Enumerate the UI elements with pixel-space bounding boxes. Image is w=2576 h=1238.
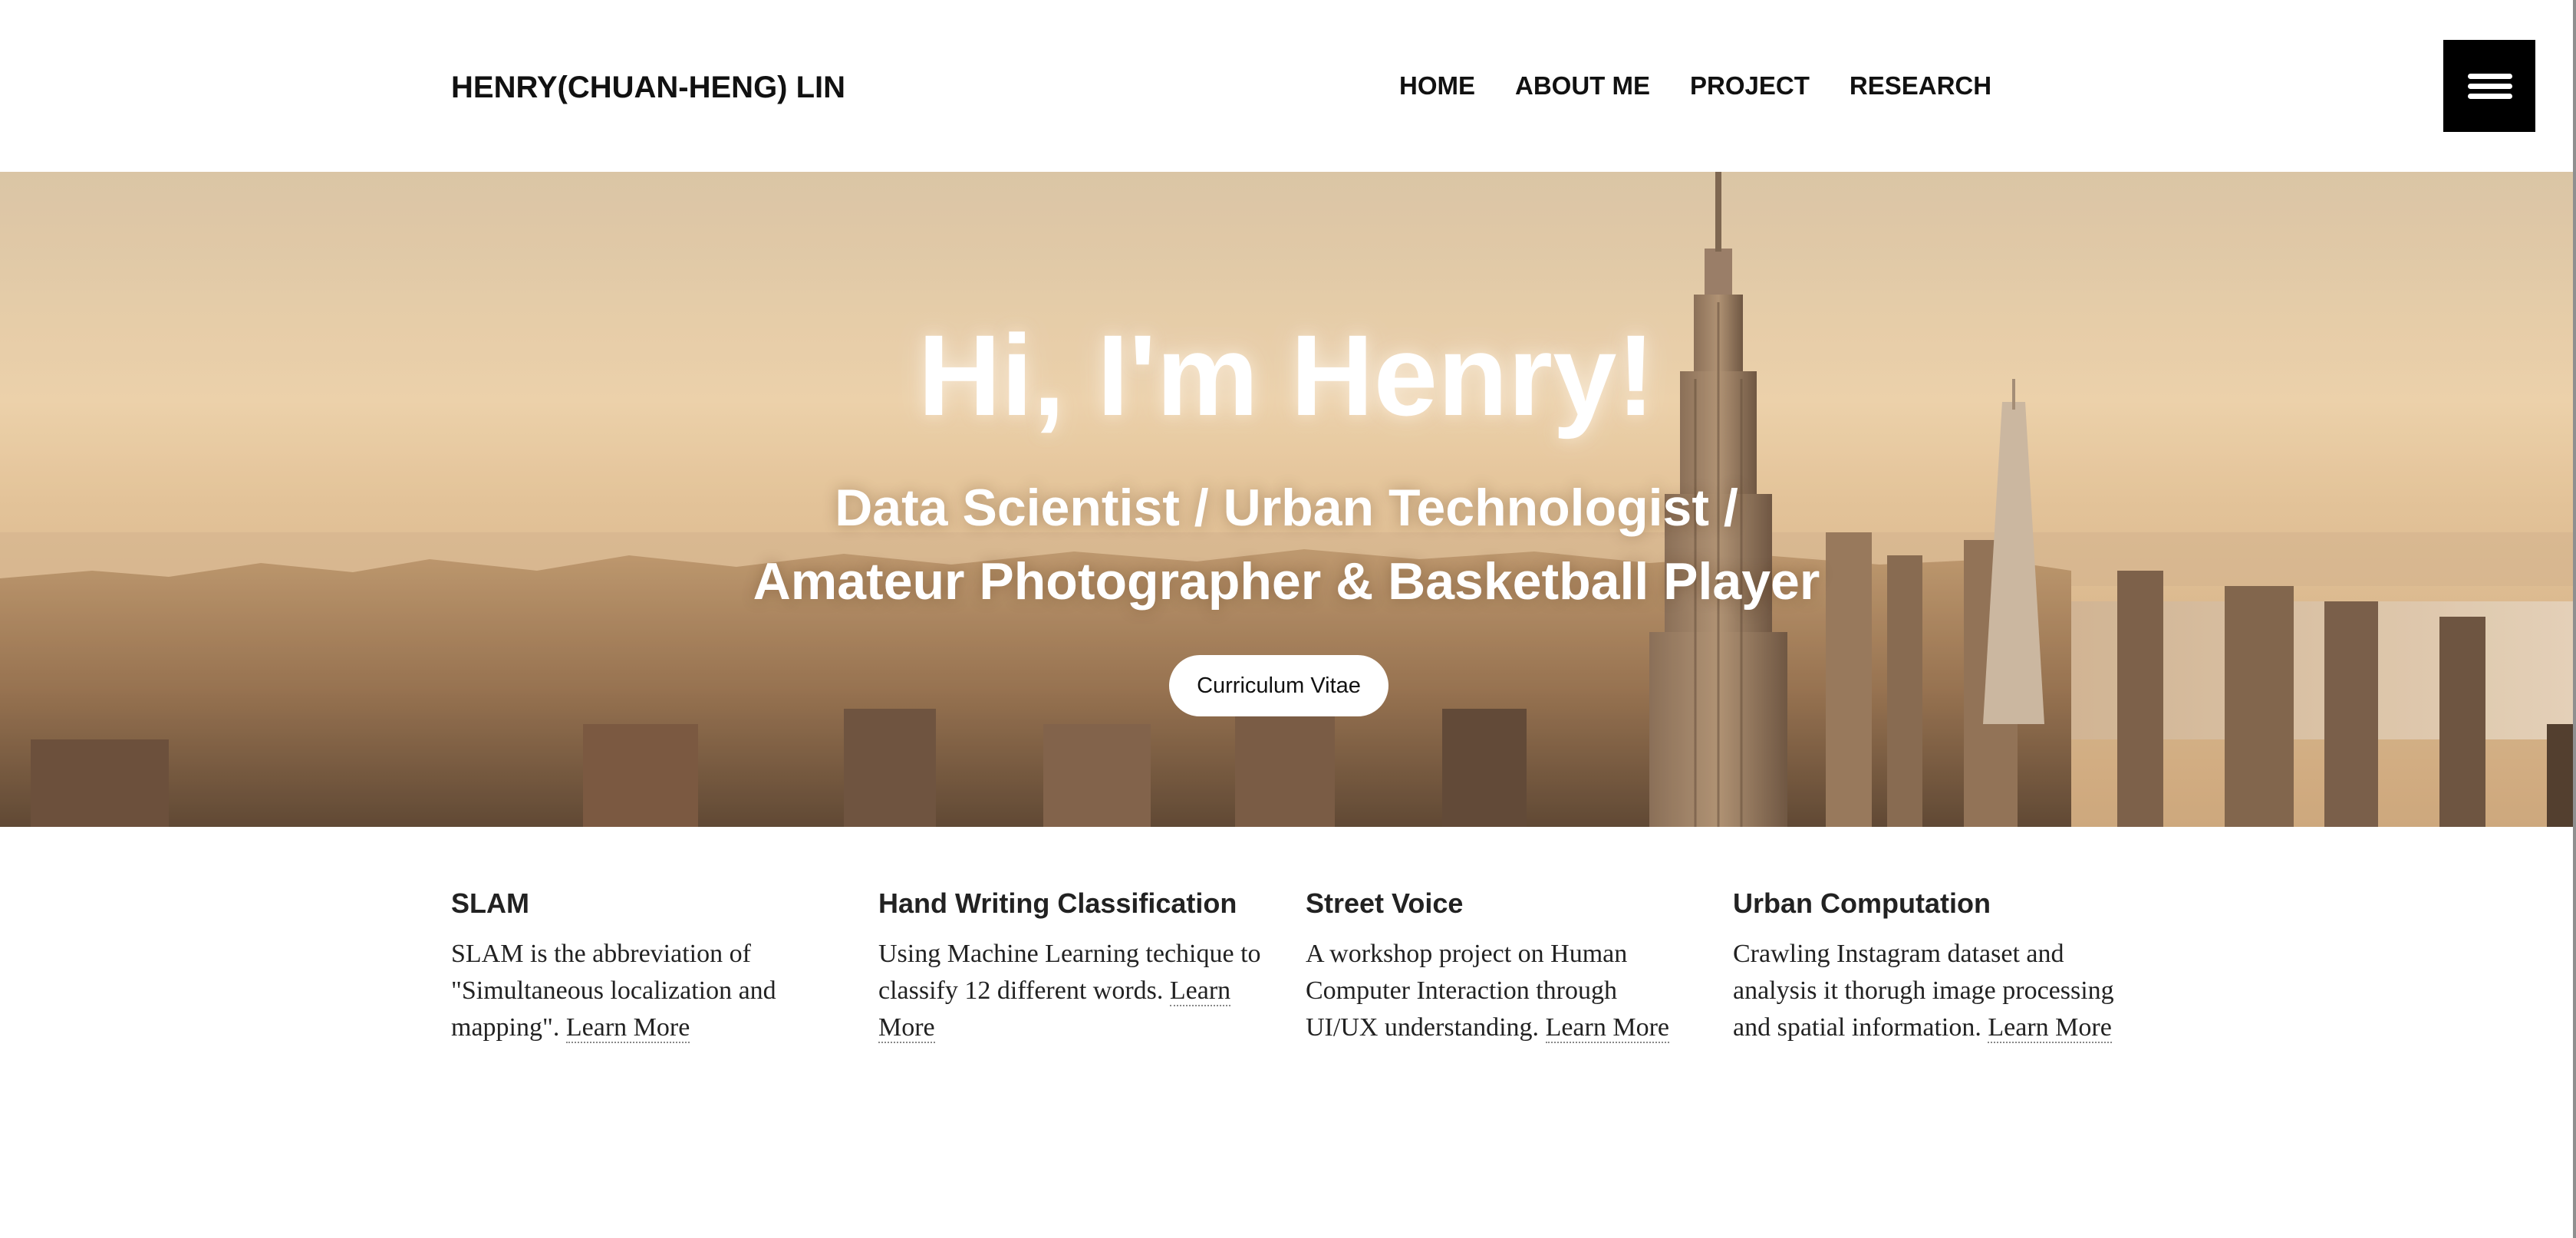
project-title: Street Voice (1306, 887, 1464, 919)
project-card-hand-writing: Hand Writing Classification Using Machin… (878, 882, 1262, 1046)
project-description: Crawling Instagram dataset and analysis … (1733, 940, 2114, 1043)
project-title: Urban Computation (1733, 887, 1991, 919)
hamburger-menu-icon-bar (2468, 94, 2512, 99)
nav-item-home[interactable]: HOME (1399, 71, 1475, 101)
project-title: Hand Writing Classification (878, 887, 1237, 919)
project-card-urban-computation: Urban Computation Crawling Instagram dat… (1733, 882, 2116, 1046)
hero-banner: Hi, I'm Henry! Data Scientist / Urban Te… (0, 172, 2573, 827)
hamburger-menu-button[interactable] (2443, 40, 2535, 132)
window-edge (2573, 0, 2576, 1238)
learn-more-link[interactable]: Learn More (1988, 1013, 2112, 1043)
hero-subtitle-line-1: Data Scientist / Urban Technologist / (835, 479, 1738, 537)
learn-more-link[interactable]: Learn More (565, 1013, 690, 1043)
projects-section: SLAM SLAM is the abbreviation of "Simult… (451, 882, 2162, 1112)
main-nav: HOME ABOUT ME PROJECT RESEARCH (1399, 71, 1991, 101)
hero-title: Hi, I'm Henry! (917, 311, 1655, 440)
hamburger-menu-icon (2468, 74, 2512, 79)
project-card-slam: SLAM SLAM is the abbreviation of "Simult… (451, 882, 835, 1046)
project-card-street-voice: Street Voice A workshop project on Human… (1306, 882, 1689, 1046)
hero-subtitle: Data Scientist / Urban Technologist / Am… (0, 471, 2573, 618)
curriculum-vitae-button[interactable]: Curriculum Vitae (1169, 655, 1388, 716)
hero-content: Hi, I'm Henry! Data Scientist / Urban Te… (0, 172, 2573, 827)
project-description: SLAM is the abbreviation of "Simultaneou… (451, 940, 776, 1043)
site-brand[interactable]: HENRY(CHUAN-HENG) LIN (451, 69, 845, 106)
project-title: SLAM (451, 887, 529, 919)
site-header: HENRY(CHUAN-HENG) LIN HOME ABOUT ME PROJ… (0, 0, 2573, 172)
learn-more-link[interactable]: Learn More (1545, 1013, 1669, 1043)
nav-item-project[interactable]: PROJECT (1690, 71, 1810, 101)
hero-subtitle-line-2: Amateur Photographer & Basketball Player (753, 552, 1820, 611)
project-description: A workshop project on Human Computer Int… (1306, 940, 1669, 1043)
nav-item-about-me[interactable]: ABOUT ME (1515, 71, 1650, 101)
hamburger-menu-icon-bar (2468, 84, 2512, 89)
nav-item-research[interactable]: RESEARCH (1850, 71, 1991, 101)
project-description: Using Machine Learning techique to class… (878, 940, 1261, 1043)
